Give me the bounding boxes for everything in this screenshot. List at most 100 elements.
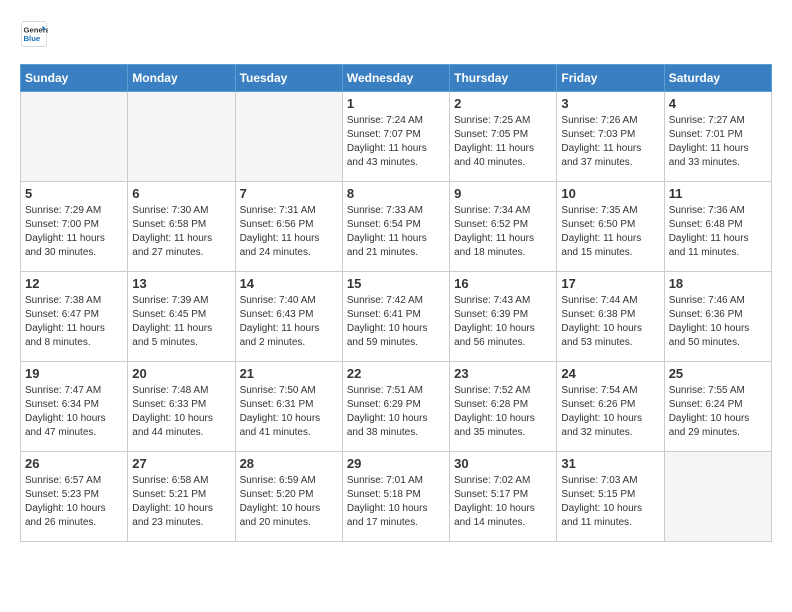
sunrise-text: Sunrise: 7:43 AM xyxy=(454,294,552,308)
calendar-cell: 12 Sunrise: 7:38 AM Sunset: 6:47 PM Dayl… xyxy=(21,272,128,362)
day-number: 24 xyxy=(561,366,659,381)
day-number: 31 xyxy=(561,456,659,471)
weekday-header: Thursday xyxy=(450,65,557,92)
day-info: Sunrise: 7:46 AM Sunset: 6:36 PM Dayligh… xyxy=(669,294,767,350)
day-info: Sunrise: 7:51 AM Sunset: 6:29 PM Dayligh… xyxy=(347,384,445,440)
calendar-cell: 2 Sunrise: 7:25 AM Sunset: 7:05 PM Dayli… xyxy=(450,92,557,182)
sunset-text: Sunset: 6:48 PM xyxy=(669,218,767,232)
day-info: Sunrise: 7:43 AM Sunset: 6:39 PM Dayligh… xyxy=(454,294,552,350)
day-number: 29 xyxy=(347,456,445,471)
sunset-text: Sunset: 5:17 PM xyxy=(454,488,552,502)
sunset-text: Sunset: 6:50 PM xyxy=(561,218,659,232)
daylight-text: Daylight: 10 hours and 17 minutes. xyxy=(347,502,445,530)
day-number: 2 xyxy=(454,96,552,111)
sunset-text: Sunset: 6:45 PM xyxy=(132,308,230,322)
sunset-text: Sunset: 7:01 PM xyxy=(669,128,767,142)
calendar-cell: 25 Sunrise: 7:55 AM Sunset: 6:24 PM Dayl… xyxy=(664,362,771,452)
calendar-cell: 7 Sunrise: 7:31 AM Sunset: 6:56 PM Dayli… xyxy=(235,182,342,272)
calendar-cell: 15 Sunrise: 7:42 AM Sunset: 6:41 PM Dayl… xyxy=(342,272,449,362)
calendar-cell: 23 Sunrise: 7:52 AM Sunset: 6:28 PM Dayl… xyxy=(450,362,557,452)
daylight-text: Daylight: 10 hours and 47 minutes. xyxy=(25,412,123,440)
day-info: Sunrise: 7:24 AM Sunset: 7:07 PM Dayligh… xyxy=(347,114,445,170)
calendar-cell xyxy=(235,92,342,182)
sunset-text: Sunset: 6:26 PM xyxy=(561,398,659,412)
sunset-text: Sunset: 6:29 PM xyxy=(347,398,445,412)
day-info: Sunrise: 7:39 AM Sunset: 6:45 PM Dayligh… xyxy=(132,294,230,350)
sunset-text: Sunset: 6:39 PM xyxy=(454,308,552,322)
sunrise-text: Sunrise: 7:26 AM xyxy=(561,114,659,128)
calendar-cell: 18 Sunrise: 7:46 AM Sunset: 6:36 PM Dayl… xyxy=(664,272,771,362)
daylight-text: Daylight: 11 hours and 40 minutes. xyxy=(454,142,552,170)
sunrise-text: Sunrise: 7:36 AM xyxy=(669,204,767,218)
sunset-text: Sunset: 6:41 PM xyxy=(347,308,445,322)
daylight-text: Daylight: 11 hours and 33 minutes. xyxy=(669,142,767,170)
calendar-cell: 24 Sunrise: 7:54 AM Sunset: 6:26 PM Dayl… xyxy=(557,362,664,452)
daylight-text: Daylight: 10 hours and 23 minutes. xyxy=(132,502,230,530)
sunset-text: Sunset: 6:31 PM xyxy=(240,398,338,412)
daylight-text: Daylight: 11 hours and 37 minutes. xyxy=(561,142,659,170)
day-info: Sunrise: 7:35 AM Sunset: 6:50 PM Dayligh… xyxy=(561,204,659,260)
sunrise-text: Sunrise: 7:40 AM xyxy=(240,294,338,308)
sunset-text: Sunset: 7:07 PM xyxy=(347,128,445,142)
day-number: 12 xyxy=(25,276,123,291)
sunrise-text: Sunrise: 7:48 AM xyxy=(132,384,230,398)
daylight-text: Daylight: 11 hours and 15 minutes. xyxy=(561,232,659,260)
day-info: Sunrise: 7:02 AM Sunset: 5:17 PM Dayligh… xyxy=(454,474,552,530)
day-info: Sunrise: 7:38 AM Sunset: 6:47 PM Dayligh… xyxy=(25,294,123,350)
day-number: 3 xyxy=(561,96,659,111)
logo-icon: General Blue xyxy=(20,20,48,48)
weekday-header: Monday xyxy=(128,65,235,92)
weekday-header: Tuesday xyxy=(235,65,342,92)
calendar-cell: 6 Sunrise: 7:30 AM Sunset: 6:58 PM Dayli… xyxy=(128,182,235,272)
day-number: 30 xyxy=(454,456,552,471)
calendar-cell: 30 Sunrise: 7:02 AM Sunset: 5:17 PM Dayl… xyxy=(450,452,557,542)
calendar-cell: 3 Sunrise: 7:26 AM Sunset: 7:03 PM Dayli… xyxy=(557,92,664,182)
sunrise-text: Sunrise: 7:44 AM xyxy=(561,294,659,308)
daylight-text: Daylight: 10 hours and 38 minutes. xyxy=(347,412,445,440)
calendar-week-row: 19 Sunrise: 7:47 AM Sunset: 6:34 PM Dayl… xyxy=(21,362,772,452)
logo: General Blue xyxy=(20,20,48,48)
sunset-text: Sunset: 6:33 PM xyxy=(132,398,230,412)
calendar-cell: 14 Sunrise: 7:40 AM Sunset: 6:43 PM Dayl… xyxy=(235,272,342,362)
sunrise-text: Sunrise: 7:47 AM xyxy=(25,384,123,398)
sunrise-text: Sunrise: 7:51 AM xyxy=(347,384,445,398)
weekday-header: Sunday xyxy=(21,65,128,92)
day-number: 26 xyxy=(25,456,123,471)
daylight-text: Daylight: 11 hours and 2 minutes. xyxy=(240,322,338,350)
daylight-text: Daylight: 10 hours and 29 minutes. xyxy=(669,412,767,440)
sunrise-text: Sunrise: 7:30 AM xyxy=(132,204,230,218)
sunrise-text: Sunrise: 7:55 AM xyxy=(669,384,767,398)
calendar-week-row: 12 Sunrise: 7:38 AM Sunset: 6:47 PM Dayl… xyxy=(21,272,772,362)
day-info: Sunrise: 7:48 AM Sunset: 6:33 PM Dayligh… xyxy=(132,384,230,440)
day-info: Sunrise: 7:31 AM Sunset: 6:56 PM Dayligh… xyxy=(240,204,338,260)
calendar-cell: 17 Sunrise: 7:44 AM Sunset: 6:38 PM Dayl… xyxy=(557,272,664,362)
sunrise-text: Sunrise: 7:46 AM xyxy=(669,294,767,308)
daylight-text: Daylight: 10 hours and 44 minutes. xyxy=(132,412,230,440)
day-info: Sunrise: 7:50 AM Sunset: 6:31 PM Dayligh… xyxy=(240,384,338,440)
day-number: 8 xyxy=(347,186,445,201)
sunrise-text: Sunrise: 7:52 AM xyxy=(454,384,552,398)
daylight-text: Daylight: 11 hours and 27 minutes. xyxy=(132,232,230,260)
daylight-text: Daylight: 10 hours and 26 minutes. xyxy=(25,502,123,530)
calendar-cell: 11 Sunrise: 7:36 AM Sunset: 6:48 PM Dayl… xyxy=(664,182,771,272)
daylight-text: Daylight: 10 hours and 14 minutes. xyxy=(454,502,552,530)
daylight-text: Daylight: 11 hours and 21 minutes. xyxy=(347,232,445,260)
sunrise-text: Sunrise: 7:33 AM xyxy=(347,204,445,218)
day-number: 1 xyxy=(347,96,445,111)
sunrise-text: Sunrise: 7:01 AM xyxy=(347,474,445,488)
sunrise-text: Sunrise: 7:42 AM xyxy=(347,294,445,308)
calendar-cell xyxy=(21,92,128,182)
daylight-text: Daylight: 11 hours and 30 minutes. xyxy=(25,232,123,260)
daylight-text: Daylight: 10 hours and 59 minutes. xyxy=(347,322,445,350)
day-info: Sunrise: 7:44 AM Sunset: 6:38 PM Dayligh… xyxy=(561,294,659,350)
calendar-cell: 10 Sunrise: 7:35 AM Sunset: 6:50 PM Dayl… xyxy=(557,182,664,272)
day-info: Sunrise: 7:36 AM Sunset: 6:48 PM Dayligh… xyxy=(669,204,767,260)
sunset-text: Sunset: 5:15 PM xyxy=(561,488,659,502)
calendar-cell: 1 Sunrise: 7:24 AM Sunset: 7:07 PM Dayli… xyxy=(342,92,449,182)
sunset-text: Sunset: 7:05 PM xyxy=(454,128,552,142)
day-info: Sunrise: 7:55 AM Sunset: 6:24 PM Dayligh… xyxy=(669,384,767,440)
day-number: 13 xyxy=(132,276,230,291)
day-number: 15 xyxy=(347,276,445,291)
weekday-header-row: SundayMondayTuesdayWednesdayThursdayFrid… xyxy=(21,65,772,92)
sunrise-text: Sunrise: 7:27 AM xyxy=(669,114,767,128)
